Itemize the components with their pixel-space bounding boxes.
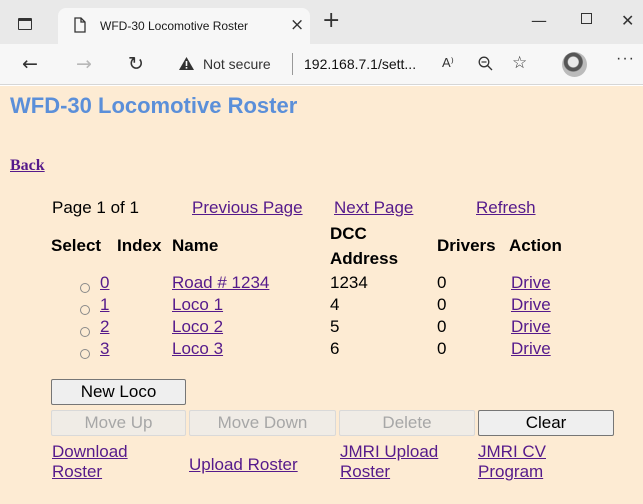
row-name-link[interactable]: Road # 1234 <box>172 273 269 293</box>
profile-avatar[interactable] <box>562 52 587 77</box>
row-drive-link[interactable]: Drive <box>511 339 551 359</box>
tab-actions-icon[interactable] <box>18 18 32 30</box>
row-select-radio[interactable] <box>80 327 90 337</box>
row-drive-link[interactable]: Drive <box>511 317 551 337</box>
row-index-link[interactable]: 3 <box>100 339 109 359</box>
row-select-radio[interactable] <box>80 283 90 293</box>
jmri-cv-program-link[interactable]: JMRI CV Program <box>478 442 573 482</box>
header-select: Select <box>51 236 102 255</box>
browser-nav-bar: ← → ↻ Not secure 192.168.7.1/sett... A⁾ … <box>0 44 643 85</box>
row-name-link[interactable]: Loco 1 <box>172 295 223 315</box>
new-loco-button[interactable]: New Loco <box>51 379 186 405</box>
move-down-button[interactable]: Move Down <box>189 410 336 436</box>
upload-roster-link[interactable]: Upload Roster <box>189 455 298 475</box>
row-drivers: 0 <box>437 295 447 314</box>
row-drivers: 0 <box>437 339 447 358</box>
address-bar-url[interactable]: 192.168.7.1/sett... <box>304 56 416 72</box>
delete-button[interactable]: Delete <box>339 410 475 436</box>
header-dcc: DCC <box>330 224 367 243</box>
row-index-link[interactable]: 1 <box>100 295 109 315</box>
header-action: Action <box>509 236 562 255</box>
close-window-icon[interactable]: ✕ <box>621 11 634 31</box>
forward-arrow-icon[interactable]: → <box>76 52 92 76</box>
document-icon <box>74 17 86 33</box>
row-address: 5 <box>330 317 340 336</box>
row-drive-link[interactable]: Drive <box>511 273 551 293</box>
move-up-button[interactable]: Move Up <box>51 410 186 436</box>
read-aloud-icon[interactable]: A⁾ <box>442 55 454 71</box>
maximize-icon[interactable] <box>581 13 592 24</box>
row-name-link[interactable]: Loco 3 <box>172 339 223 359</box>
back-arrow-icon[interactable]: ← <box>22 52 38 76</box>
download-roster-link[interactable]: Download Roster <box>52 442 162 482</box>
warning-icon[interactable] <box>178 56 195 71</box>
refresh-link[interactable]: Refresh <box>476 198 536 218</box>
new-tab-icon[interactable]: + <box>322 9 340 33</box>
favorites-icon[interactable]: ☆ <box>512 53 527 73</box>
security-label[interactable]: Not secure <box>203 56 271 72</box>
header-address: Address <box>330 249 399 268</box>
address-separator <box>292 53 293 75</box>
next-page-link[interactable]: Next Page <box>334 198 413 218</box>
previous-page-link[interactable]: Previous Page <box>192 198 303 218</box>
jmri-upload-roster-link[interactable]: JMRI Upload Roster <box>340 442 465 482</box>
back-link[interactable]: Back <box>10 157 45 175</box>
row-address: 1234 <box>330 273 368 292</box>
row-index-link[interactable]: 0 <box>100 273 109 293</box>
row-drivers: 0 <box>437 273 447 292</box>
zoom-icon[interactable] <box>478 56 493 71</box>
browser-tab-bar: WFD-30 Locomotive Roster × + — ✕ <box>0 0 643 44</box>
browser-tab[interactable]: WFD-30 Locomotive Roster × <box>58 8 310 44</box>
page-indicator: Page 1 of 1 <box>52 198 139 217</box>
row-select-radio[interactable] <box>80 305 90 315</box>
row-address: 4 <box>330 295 340 314</box>
row-drive-link[interactable]: Drive <box>511 295 551 315</box>
more-icon[interactable]: ··· <box>616 50 635 68</box>
tab-title: WFD-30 Locomotive Roster <box>100 19 249 33</box>
tab-close-icon[interactable]: × <box>290 15 304 35</box>
row-index-link[interactable]: 2 <box>100 317 109 337</box>
row-drivers: 0 <box>437 317 447 336</box>
minimize-icon[interactable]: — <box>531 11 547 31</box>
row-name-link[interactable]: Loco 2 <box>172 317 223 337</box>
header-drivers: Drivers <box>437 236 496 255</box>
row-address: 6 <box>330 339 340 358</box>
refresh-icon[interactable]: ↻ <box>128 52 144 76</box>
header-name: Name <box>172 236 219 255</box>
page-title: WFD-30 Locomotive Roster <box>10 93 298 118</box>
row-select-radio[interactable] <box>80 349 90 359</box>
page-content: WFD-30 Locomotive Roster Back Page 1 of … <box>0 86 643 504</box>
header-index: Index <box>117 236 162 255</box>
clear-button[interactable]: Clear <box>478 410 614 436</box>
